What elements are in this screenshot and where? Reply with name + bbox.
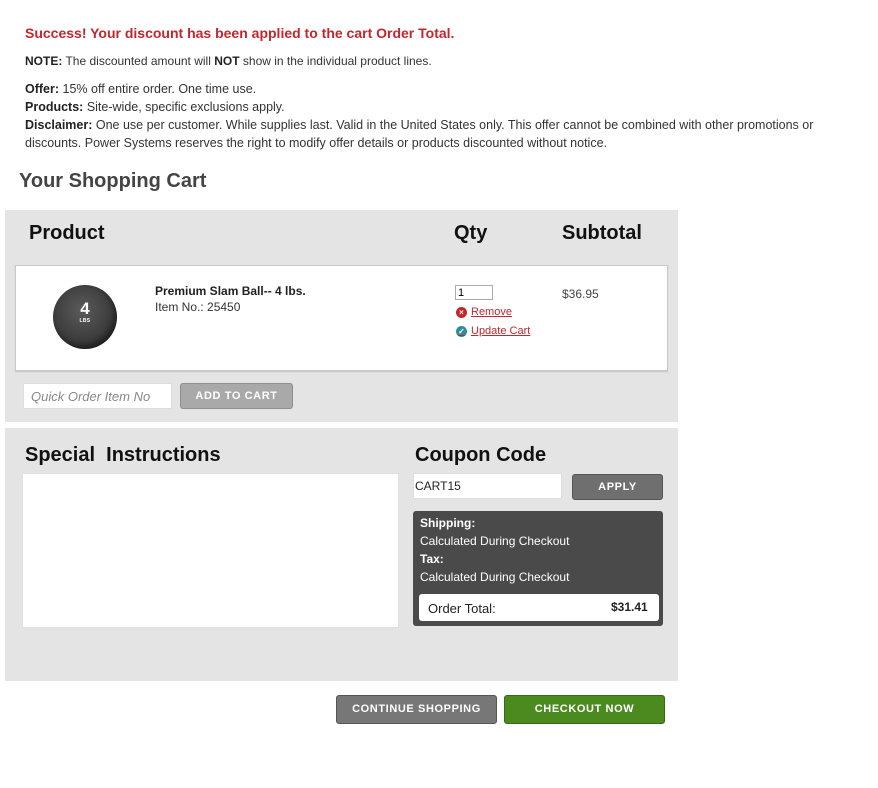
column-header-qty: Qty	[454, 222, 488, 244]
remove-x-circle-icon: ×	[456, 306, 467, 318]
page-title: Your Shopping Cart	[19, 170, 207, 192]
success-message: Success! Your discount has been applied …	[25, 25, 455, 41]
coupon-code-input[interactable]	[413, 473, 562, 499]
order-total-value: $31.41	[611, 600, 648, 614]
remove-label[interactable]: Remove	[471, 306, 512, 318]
continue-shopping-button[interactable]: CONTINUE SHOPPING	[336, 695, 497, 724]
offer-text: 15% off entire order. One time use.	[59, 82, 257, 96]
column-header-subtotal: Subtotal	[562, 222, 642, 244]
disclaimer-label: Disclaimer:	[25, 118, 93, 132]
quantity-input[interactable]	[455, 285, 493, 300]
tax-label: Tax:	[420, 552, 444, 566]
product-image-number: 4	[80, 299, 90, 318]
add-to-cart-button[interactable]: ADD TO CART	[180, 383, 293, 409]
product-name[interactable]: Premium Slam Ball-- 4 lbs.	[155, 284, 306, 298]
apply-coupon-button[interactable]: APPLY	[572, 474, 663, 500]
offer-label: Offer:	[25, 82, 60, 96]
special-instructions-textarea[interactable]	[22, 473, 399, 628]
update-cart-label[interactable]: Update Cart	[471, 325, 530, 337]
products-label: Products:	[25, 100, 84, 114]
product-image-unit: LBS	[79, 318, 91, 324]
disclaimer-line: Disclaimer: One use per customer. While …	[25, 116, 860, 152]
column-header-product: Product	[29, 222, 105, 244]
line-subtotal: $36.95	[562, 287, 599, 301]
note-text-2: show in the individual product lines.	[239, 54, 432, 68]
disclaimer-text: One use per customer. While supplies las…	[25, 118, 814, 150]
offer-details: Offer: 15% off entire order. One time us…	[25, 80, 860, 152]
checkout-now-button[interactable]: CHECKOUT NOW	[504, 695, 665, 724]
offer-line: Offer: 15% off entire order. One time us…	[25, 80, 860, 98]
shipping-value: Calculated During Checkout	[420, 534, 570, 548]
coupon-code-title: Coupon Code	[415, 444, 547, 466]
update-check-circle-icon: ✓	[456, 325, 467, 337]
note-label: NOTE:	[25, 54, 63, 68]
tax-value: Calculated During Checkout	[420, 570, 570, 584]
shipping-label: Shipping:	[420, 516, 476, 530]
remove-link[interactable]: × Remove	[456, 306, 512, 318]
note-not: NOT	[214, 54, 240, 68]
order-total-label: Order Total:	[428, 601, 496, 616]
special-instructions-title: Special Instructions	[25, 444, 221, 466]
quick-order-input[interactable]	[23, 383, 172, 409]
note-text-1: The discounted amount will	[62, 54, 215, 68]
update-cart-link[interactable]: ✓ Update Cart	[456, 325, 530, 337]
product-item-number: Item No.: 25450	[155, 300, 241, 314]
discount-note: NOTE: The discounted amount will NOT sho…	[25, 54, 432, 68]
products-line: Products: Site-wide, specific exclusions…	[25, 98, 860, 116]
products-text: Site-wide, specific exclusions apply.	[83, 100, 285, 114]
